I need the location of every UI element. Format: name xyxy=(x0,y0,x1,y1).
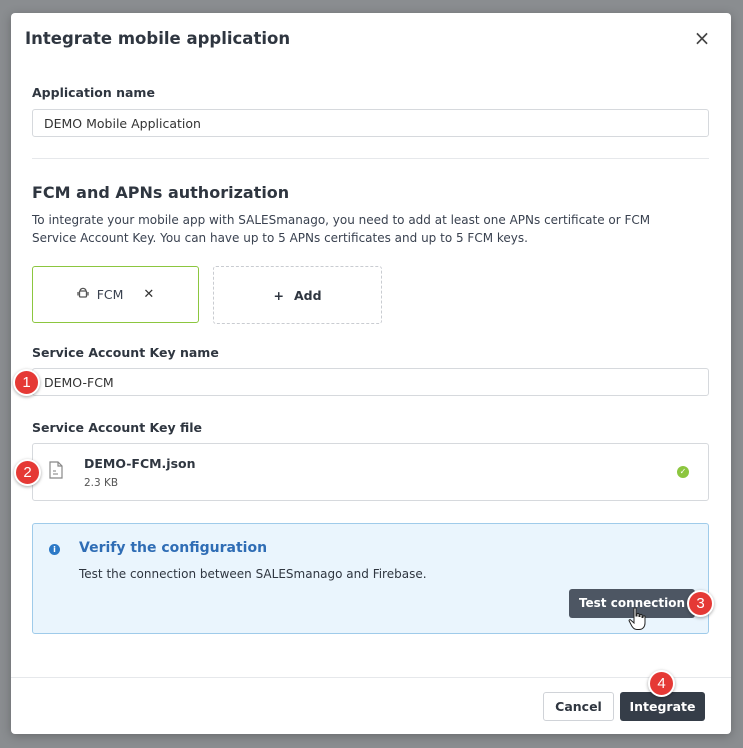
plus-icon: + xyxy=(273,287,284,303)
file-name: DEMO-FCM.json xyxy=(84,456,196,471)
step-marker-4: 4 xyxy=(648,670,675,697)
step-marker-2: 2 xyxy=(14,459,41,486)
service-account-key-name-label: Service Account Key name xyxy=(32,345,219,360)
close-icon[interactable]: × xyxy=(693,28,711,48)
hand-cursor-icon xyxy=(628,607,646,630)
service-account-key-file-label: Service Account Key file xyxy=(32,420,202,435)
application-name-input[interactable] xyxy=(32,109,709,137)
info-icon: i xyxy=(49,544,60,555)
auth-section-title: FCM and APNs authorization xyxy=(32,183,290,202)
dialog-header: Integrate mobile application × xyxy=(11,13,731,63)
check-circle-icon: ✓ xyxy=(677,466,689,478)
add-label: Add xyxy=(293,287,322,303)
service-account-key-name-input[interactable] xyxy=(32,368,709,396)
footer-divider xyxy=(11,677,731,678)
cancel-button[interactable]: Cancel xyxy=(543,692,614,721)
step-marker-3: 3 xyxy=(687,590,714,617)
application-name-label: Application name xyxy=(32,85,155,100)
uploaded-file[interactable]: DEMO-FCM.json 2.3 KB ✓ xyxy=(32,443,709,501)
step-marker-1: 1 xyxy=(13,369,40,396)
verify-configuration-box: i Verify the configuration Test the conn… xyxy=(32,523,709,634)
verify-title: Verify the configuration xyxy=(79,540,268,556)
file-size: 2.3 KB xyxy=(84,477,119,489)
file-icon xyxy=(49,461,63,483)
auth-section-description: To integrate your mobile app with SALESm… xyxy=(32,213,651,245)
integrate-mobile-app-dialog: Integrate mobile application × Applicati… xyxy=(11,13,731,734)
verify-text: Test the connection between SALESmanago … xyxy=(79,567,427,581)
android-icon xyxy=(77,287,89,302)
remove-fcm-icon[interactable]: ✕ xyxy=(143,287,154,302)
fcm-card[interactable]: FCM ✕ xyxy=(32,266,199,323)
section-divider xyxy=(32,158,709,159)
add-credential-button[interactable]: + Add xyxy=(213,266,382,324)
fcm-card-label: FCM xyxy=(96,287,124,302)
dialog-title: Integrate mobile application xyxy=(25,29,291,48)
